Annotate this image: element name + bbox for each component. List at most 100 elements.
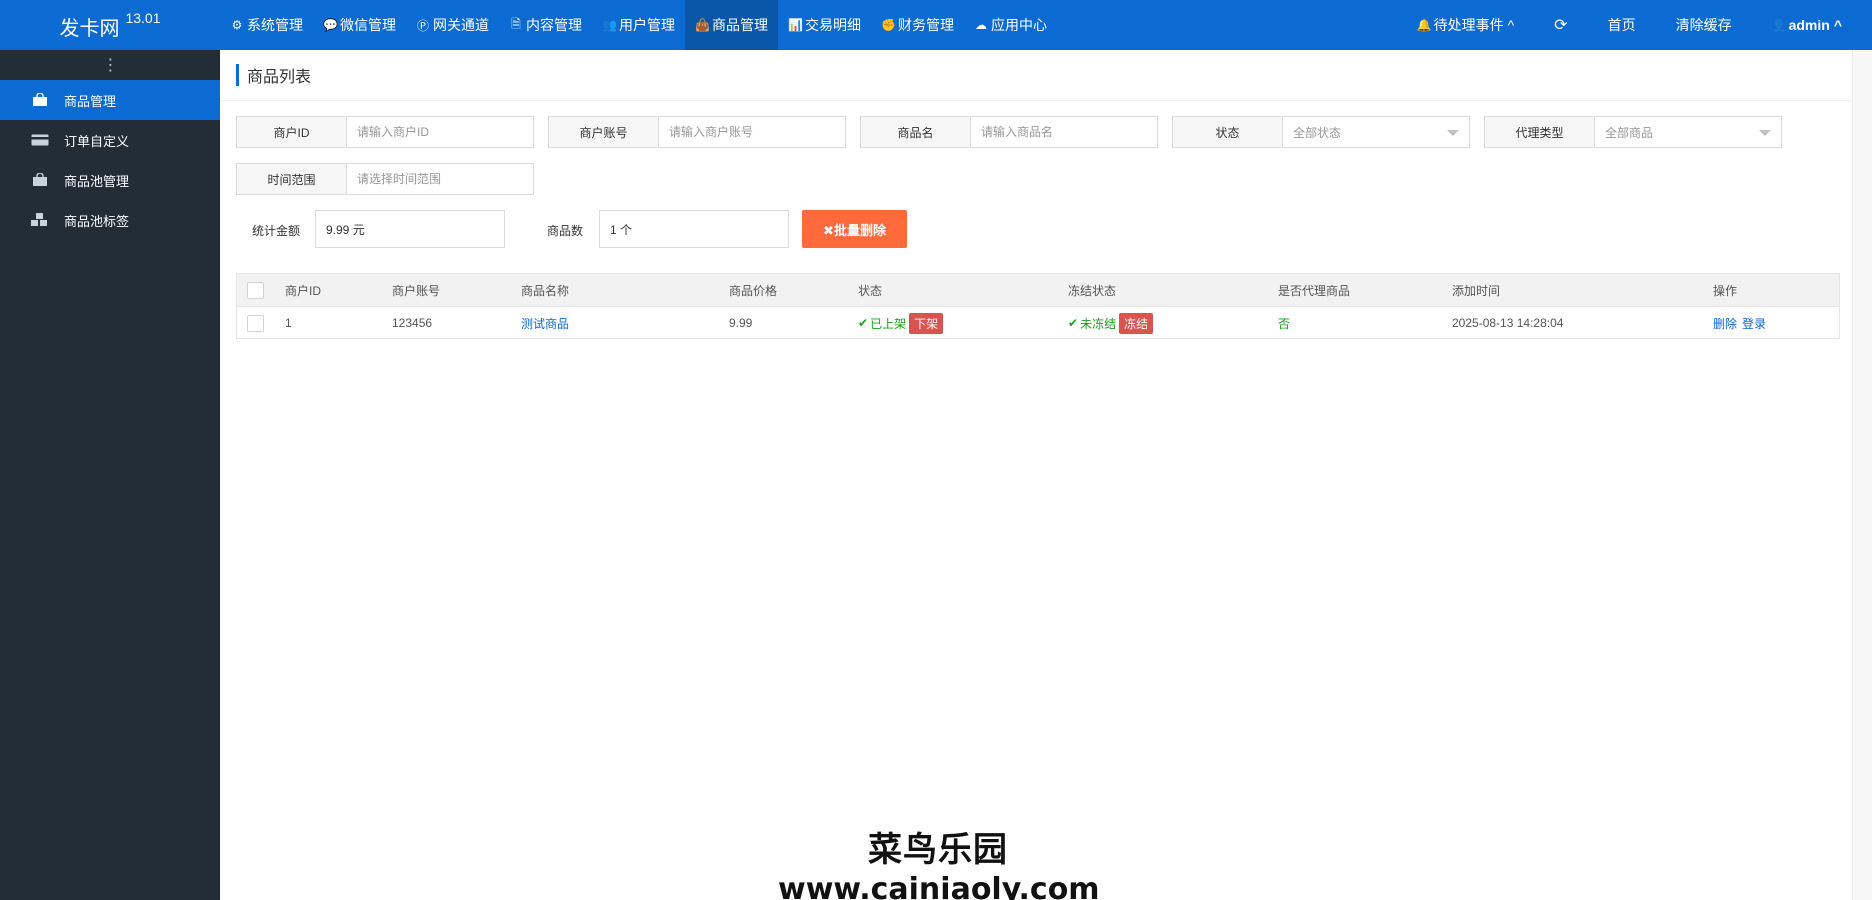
filter-product-name: 商品名 (860, 116, 1158, 148)
sidebar-toggle[interactable]: ⋮ (0, 50, 220, 80)
sidebar-item-label: 订单自定义 (64, 133, 130, 149)
sidebar-item-pool-manage[interactable]: 商品池管理 (0, 160, 220, 200)
col-header-merchant-id: 商户ID (285, 283, 322, 298)
bell-icon: 🔔 (1416, 18, 1432, 32)
col-header-freeze-status: 冻结状态 (1068, 283, 1117, 298)
user-icon: 👤 (1771, 18, 1787, 32)
pending-events-dropdown[interactable]: 🔔 待处理事件 ^ (1397, 0, 1535, 50)
sidebar-item-order-custom[interactable]: 订单自定义 (0, 120, 220, 160)
nav-item-products[interactable]: 👜 商品管理 (685, 0, 778, 50)
filter-label: 商品名 (861, 117, 971, 147)
bag-icon (30, 93, 50, 107)
users-icon: 👥 (602, 18, 617, 32)
nav-item-content[interactable]: 🗎 内容管理 (499, 0, 592, 50)
product-table: 商户ID 商户账号 商品名称 商品价格 状态 冻结状态 是否代理商品 添加时间 … (236, 273, 1840, 339)
merchant-account-input[interactable] (659, 117, 845, 147)
filter-label: 时间范围 (237, 164, 347, 194)
filter-label: 代理类型 (1485, 117, 1595, 147)
select-all-checkbox[interactable] (247, 281, 264, 299)
count-value: 1 个 (599, 210, 789, 248)
sidebar-item-label: 商品管理 (64, 93, 117, 109)
cloud-icon: ☁ (975, 18, 987, 32)
app-logo[interactable]: 发卡网 13.01 (0, 0, 220, 50)
delete-link[interactable]: 删除 (1713, 315, 1737, 332)
nav-label: 应用中心 (991, 17, 1047, 33)
filter-label: 商户ID (237, 117, 347, 147)
nav-item-finance[interactable]: ✊ 财务管理 (871, 0, 964, 50)
gear-icon: ⚙ (231, 18, 243, 32)
filter-status: 状态 全部状态 (1172, 116, 1470, 148)
cell-status: ✔ 已上架 下架 (858, 307, 944, 339)
check-icon: ✔ (858, 316, 869, 330)
clear-cache-link[interactable]: 清除缓存 (1656, 0, 1752, 50)
filter-agent-type: 代理类型 全部商品 (1484, 116, 1782, 148)
caret-down-icon (1759, 130, 1771, 136)
col-header-price: 商品价格 (729, 283, 778, 298)
main-nav: ⚙ 系统管理 💬 微信管理 Ⓟ 网关通道 🗎 内容管理 👥 用户管理 👜 商品管理 📊 交易明… (220, 0, 1057, 50)
vertical-scrollbar[interactable] (1852, 50, 1872, 900)
table-header-row: 商户ID 商户账号 商品名称 商品价格 状态 冻结状态 是否代理商品 添加时间 … (237, 274, 1839, 306)
unlist-button[interactable]: 下架 (909, 312, 944, 334)
filter-merchant-id: 商户ID (236, 116, 534, 148)
username: admin (1788, 17, 1830, 33)
pending-events-label: 待处理事件 (1433, 17, 1504, 33)
nav-item-gateway[interactable]: Ⓟ 网关通道 (406, 0, 499, 50)
home-label: 首页 (1607, 17, 1636, 33)
main-content: 商品列表 商户ID 商户账号 商品名 状态 全部状态 代理类型 全部商品 时间范… (220, 50, 1852, 900)
product-name-input[interactable] (971, 117, 1157, 147)
nav-item-apps[interactable]: ☁ 应用中心 (964, 0, 1057, 50)
chevron-up-icon: ^ (1833, 17, 1842, 33)
nav-label: 内容管理 (526, 17, 582, 33)
cell-price: 9.99 (729, 316, 753, 330)
freeze-status-text: 未冻结 (1080, 316, 1117, 331)
clear-cache-label: 清除缓存 (1675, 17, 1732, 33)
cell-is-agent: 否 (1278, 316, 1291, 331)
gateway-icon: Ⓟ (416, 18, 429, 33)
refresh-icon: ⟳ (1554, 17, 1568, 34)
nav-label: 网关通道 (433, 17, 489, 33)
sidebar-item-products[interactable]: 商品管理 (0, 80, 220, 120)
right-nav: 🔔 待处理事件 ^ ⟳ 首页 清除缓存 👤 admin ^ (1397, 0, 1856, 50)
cell-added-at: 2025-08-13 14:28:04 (1452, 316, 1564, 330)
login-link[interactable]: 登录 (1742, 315, 1766, 332)
status-select[interactable]: 全部状态 (1283, 117, 1469, 147)
batch-delete-button[interactable]: ✖批量删除 (802, 210, 907, 248)
merchant-id-input[interactable] (347, 117, 533, 147)
col-header-status: 状态 (858, 283, 883, 298)
bar-chart-icon: 📊 (788, 18, 803, 32)
nav-item-users[interactable]: 👥 用户管理 (592, 0, 685, 50)
agent-type-select-value: 全部商品 (1605, 125, 1654, 140)
app-version: 13.01 (125, 10, 161, 26)
top-navbar: 发卡网 13.01 ⚙ 系统管理 💬 微信管理 Ⓟ 网关通道 🗎 内容管理 👥 用户管理 … (0, 0, 1872, 50)
select-all-cell (247, 274, 264, 306)
row-checkbox[interactable] (247, 314, 264, 332)
cell-merchant-account: 123456 (392, 316, 433, 330)
time-range-input[interactable] (347, 164, 533, 194)
nav-item-transactions[interactable]: 📊 交易明细 (778, 0, 871, 50)
nav-item-wechat[interactable]: 💬 微信管理 (313, 0, 406, 50)
col-header-merchant-account: 商户账号 (392, 283, 441, 298)
freeze-button[interactable]: 冻结 (1119, 312, 1154, 334)
sidebar-item-pool-tags[interactable]: 商品池标签 (0, 200, 220, 240)
file-icon: 🗎 (511, 16, 521, 31)
col-header-product-name: 商品名称 (521, 283, 570, 298)
nav-label: 财务管理 (898, 17, 954, 33)
sidebar-item-label: 商品池管理 (64, 173, 130, 189)
table-row: 1 123456 测试商品 9.99 ✔ 已上架 下架 ✔ 未冻结 冻结 否 2… (237, 306, 1839, 338)
check-icon: ✔ (1068, 316, 1079, 330)
nav-item-system[interactable]: ⚙ 系统管理 (220, 0, 313, 50)
refresh-button[interactable]: ⟳ (1534, 0, 1587, 50)
filter-merchant-account: 商户账号 (548, 116, 846, 148)
wechat-icon: 💬 (323, 18, 338, 32)
cell-actions: 删除 登录 (1713, 307, 1766, 339)
filter-label: 商户账号 (549, 117, 659, 147)
nav-label: 用户管理 (619, 17, 675, 33)
home-link[interactable]: 首页 (1588, 0, 1656, 50)
product-name-link[interactable]: 测试商品 (521, 307, 569, 339)
cubes-icon (30, 213, 50, 227)
bag-icon (30, 173, 50, 187)
user-menu[interactable]: 👤 admin ^ (1752, 0, 1856, 50)
app-name: 发卡网 (59, 18, 120, 40)
agent-type-select[interactable]: 全部商品 (1595, 117, 1781, 147)
sidebar-item-label: 商品池标签 (64, 213, 130, 229)
